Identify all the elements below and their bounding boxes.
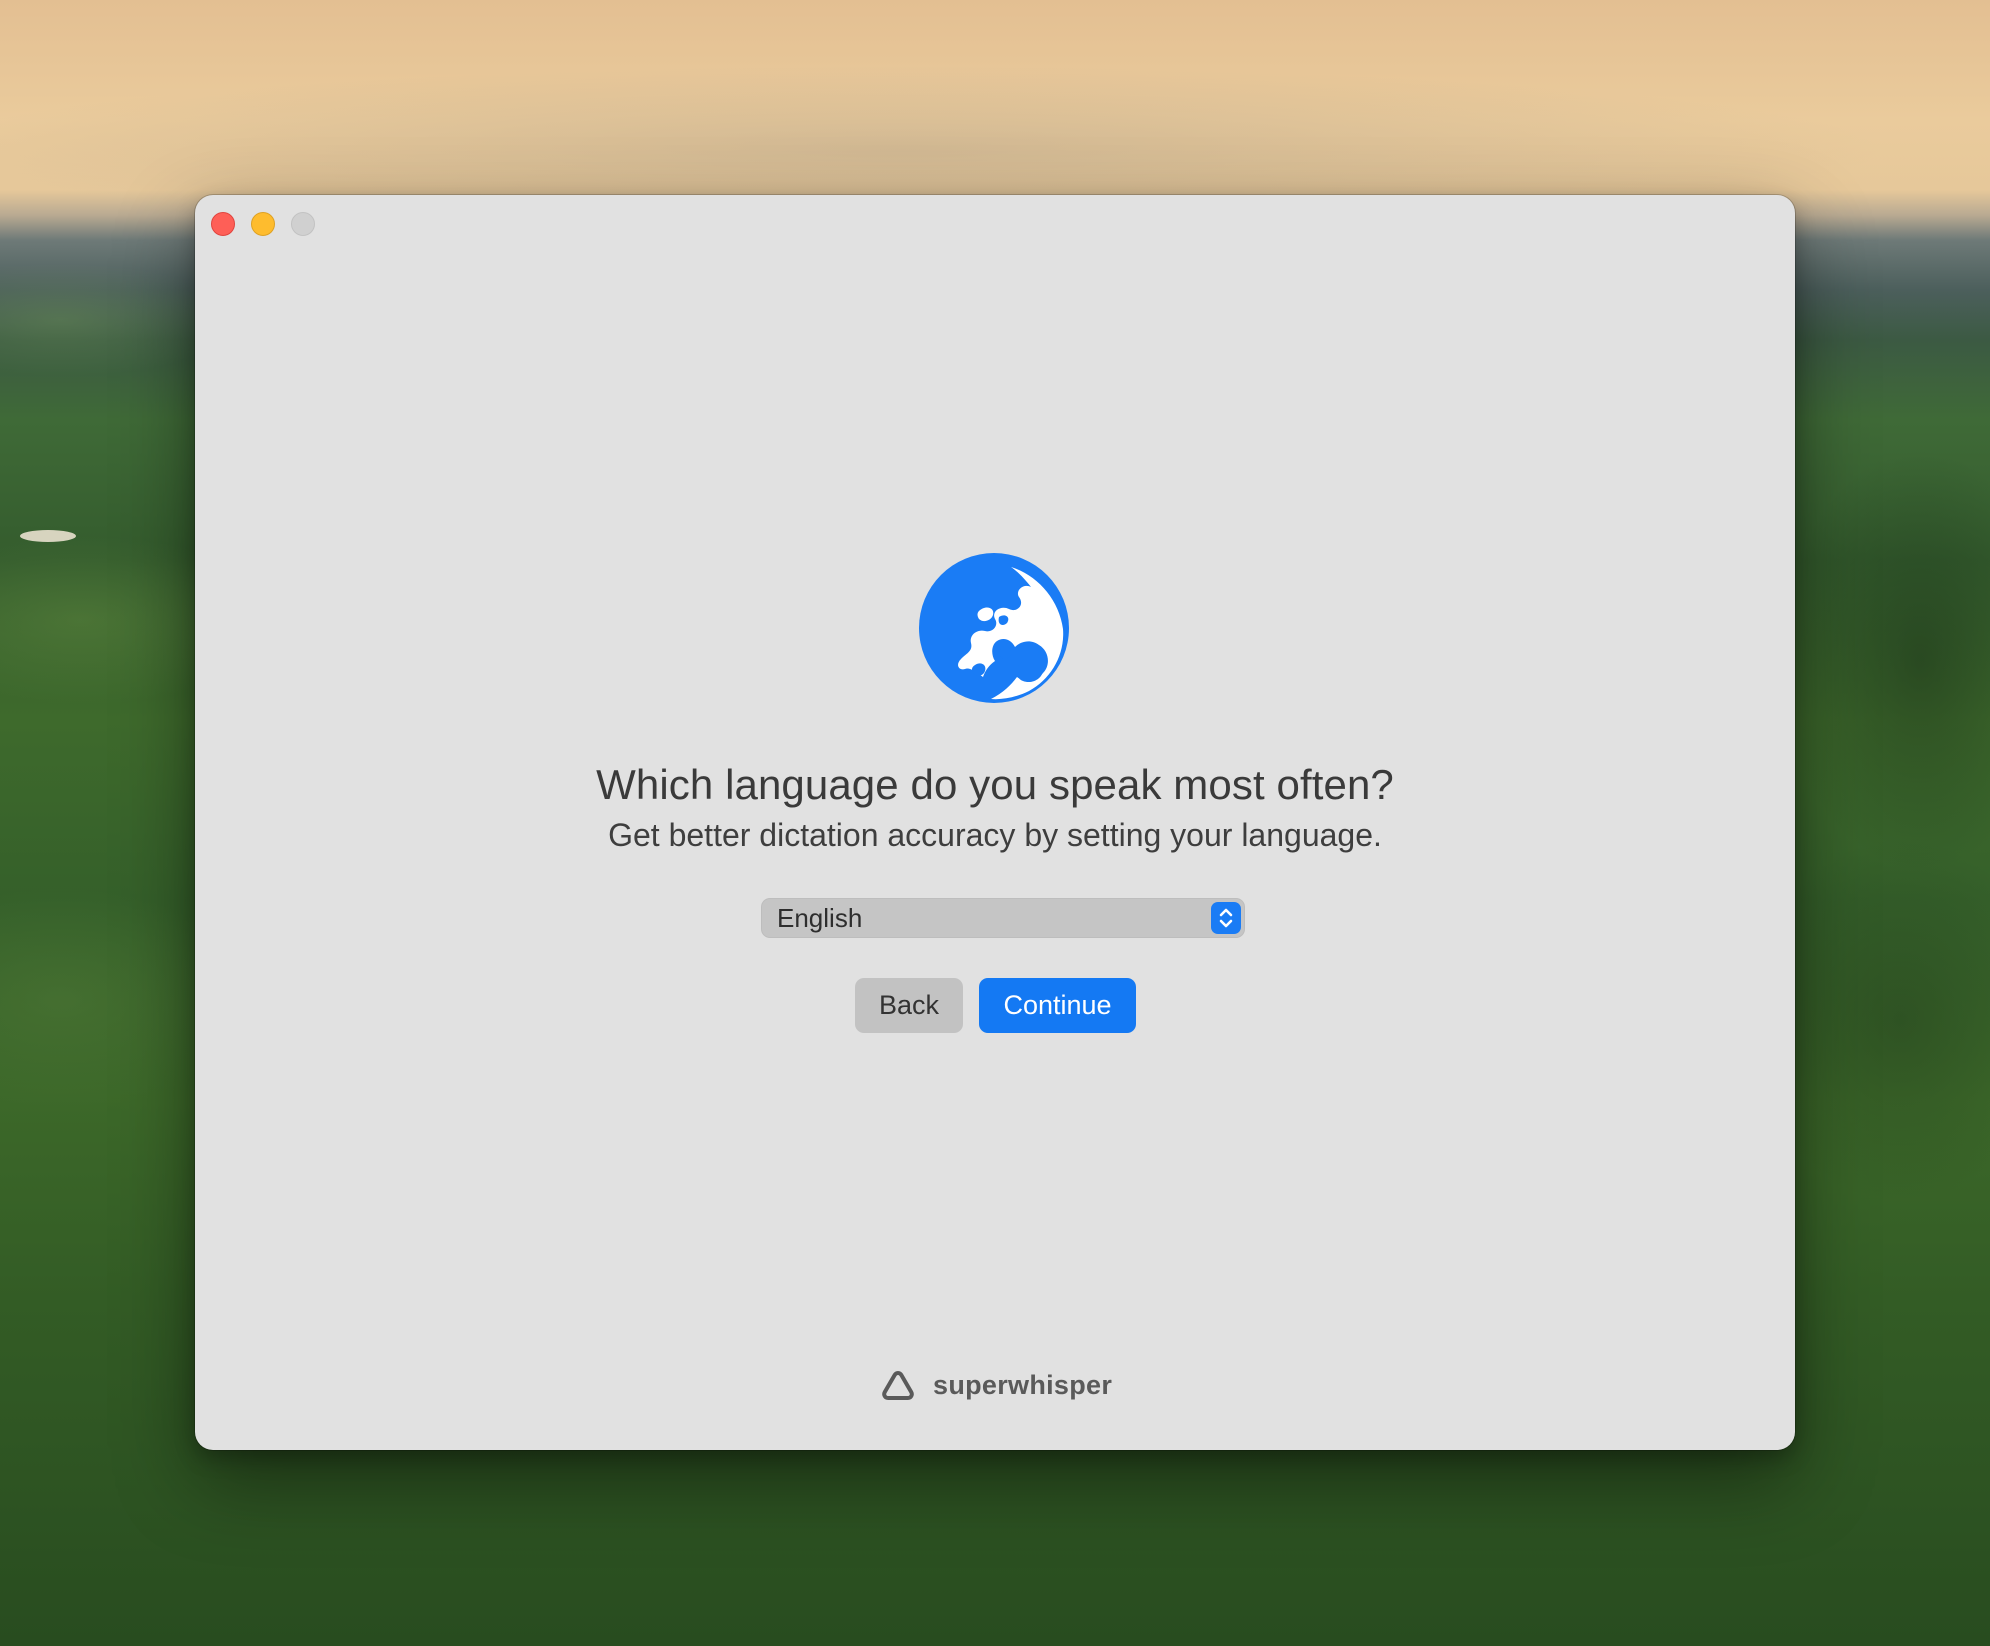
- brand-name: superwhisper: [933, 1369, 1113, 1400]
- back-button[interactable]: Back: [855, 978, 963, 1033]
- wallpaper-pond: [20, 530, 76, 542]
- onboarding-window: Which language do you speak most often? …: [195, 195, 1795, 1450]
- continue-button[interactable]: Continue: [979, 978, 1136, 1033]
- onboarding-content: Which language do you speak most often? …: [195, 195, 1795, 1450]
- page-subtitle: Get better dictation accuracy by setting…: [608, 817, 1382, 853]
- brand-footer: superwhisper: [881, 1367, 1112, 1403]
- language-select-value: English: [777, 903, 863, 933]
- superwhisper-logo-icon: [882, 1371, 914, 1400]
- page-title: Which language do you speak most often?: [596, 761, 1394, 808]
- globe-icon: [919, 553, 1069, 703]
- wallpaper-hills-right: [1770, 260, 1990, 1646]
- chevron-up-down-icon: [1211, 902, 1241, 934]
- language-select[interactable]: English: [761, 898, 1245, 938]
